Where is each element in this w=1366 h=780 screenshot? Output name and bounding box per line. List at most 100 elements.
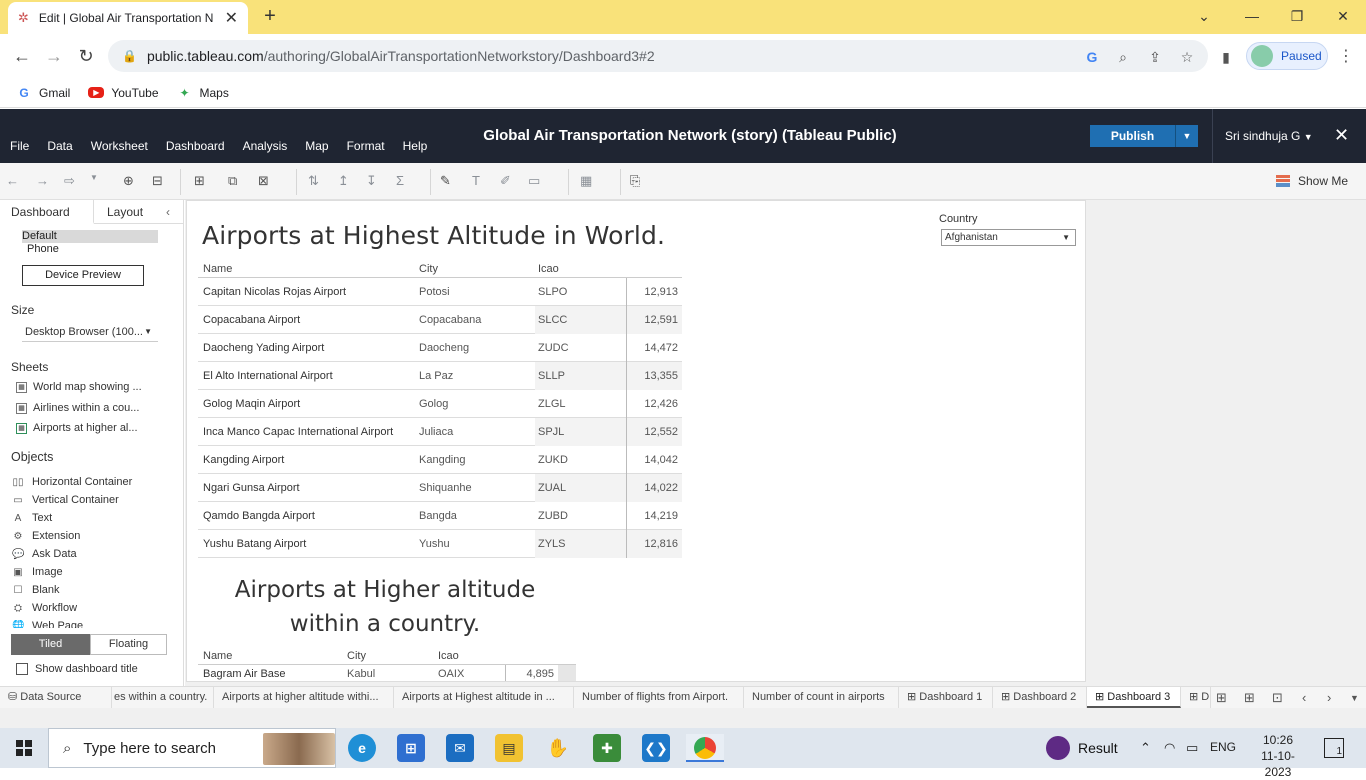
fit-icon[interactable]: ▭ [528,173,540,191]
battery-icon[interactable]: ▭ [1186,740,1198,756]
google-translate-icon[interactable]: G [1082,47,1102,67]
result-widget[interactable]: Result [1046,736,1118,760]
swap-icon[interactable]: ⇅ [308,173,319,191]
table-row[interactable]: Inca Manco Capac International Airport Ju… [198,418,682,446]
sheet-tab[interactable]: Airports at Highest altitude in ... [394,687,574,708]
column-header-name[interactable]: Name [203,263,232,275]
table-row[interactable]: Kangding Airport Kangding ZUKD 14,042 [198,446,682,474]
sheet-item[interactable]: ▦ World map showing ... [16,381,142,393]
table-row[interactable]: El Alto International Airport La Paz SLLP 1… [198,362,682,390]
object-image[interactable]: ▣ Image [12,566,62,578]
labels-icon[interactable]: T [472,173,480,191]
object-web-page[interactable]: 🌐 Web Page [12,620,83,628]
sheet-tab[interactable]: Number of count in airports [744,687,899,708]
close-authoring-icon[interactable]: ✕ [1334,125,1349,146]
show-title-checkbox[interactable]: Show dashboard title [16,663,138,675]
reload-icon[interactable]: ↻ [74,44,98,68]
windows-start-icon[interactable] [16,740,32,756]
bookmark-gmail[interactable]: G Gmail [16,85,70,101]
table-row[interactable]: Copacabana Airport Copacabana SLCC 12,591 [198,306,682,334]
browser-tab[interactable]: ✲ Edit | Global Air Transportation N ✕ [8,2,248,34]
sheet-item[interactable]: ▦ Airlines within a cou... [16,402,139,414]
presentation-icon[interactable]: ⎘ [630,173,640,191]
user-menu[interactable]: Sri sindhuja G ▼ [1212,109,1322,163]
table-row[interactable]: Capitan Nicolas Rojas Airport Potosi SLPO 1… [198,278,682,306]
sheet-tab[interactable]: Number of flights from Airport. [574,687,744,708]
duplicate-icon[interactable]: ⧉ [228,173,237,191]
redo-icon[interactable]: → [36,173,49,191]
new-story-tab-icon[interactable]: ⊡ [1272,690,1283,706]
table-row[interactable]: Yushu Batang Airport Yushu ZYLS 12,816 [198,530,682,558]
sort-asc-icon[interactable]: ↥ [338,173,349,191]
object-workflow[interactable]: ⛭ Workflow [12,602,77,614]
new-worksheet-tab-icon[interactable]: ⊞ [1216,690,1227,706]
column-header-city[interactable]: City [347,650,366,662]
back-icon[interactable]: ← [10,44,34,68]
minimize-icon[interactable]: — [1240,4,1264,28]
object-text[interactable]: A Text [12,512,53,524]
restore-icon[interactable]: ❐ [1285,4,1309,28]
menu-kebab-icon[interactable]: ⋮ [1336,47,1356,67]
share-icon[interactable]: ⇪ [1145,47,1165,67]
show-me-button[interactable]: Show Me [1276,174,1348,188]
edge-icon[interactable]: e [348,734,376,762]
forward-icon[interactable]: → [42,44,66,68]
profile-button[interactable]: Paused [1246,42,1328,70]
table-row[interactable]: Ngari Gunsa Airport Shiquanhe ZUAL 14,022 [198,474,682,502]
wifi-icon[interactable]: ◠ [1164,740,1175,756]
column-header-icao[interactable]: Icao [438,650,459,662]
dashboard-tab-active[interactable]: ⊞ Dashboard 3 [1087,687,1181,708]
store-icon[interactable]: ⊞ [397,734,425,762]
address-bar[interactable]: 🔒 public.tableau.com/authoring/GlobalAir… [108,40,1208,72]
tab-search-icon[interactable]: ⌄ [1192,4,1216,28]
object-vertical-container[interactable]: ▭ Vertical Container [12,494,119,506]
device-default[interactable]: Default [22,230,158,243]
totals-icon[interactable]: Σ [396,173,404,191]
size-select[interactable]: Desktop Browser (100... ▼ [22,324,158,342]
collapse-panel-icon[interactable]: ‹ [166,200,170,224]
scroll-left-icon[interactable]: ‹ [1302,690,1306,705]
dashboard-canvas[interactable]: Airports at Highest Altitude in World. N… [186,200,1086,682]
table-row[interactable]: Bagram Air Base Kabul OAIX 4,895 [198,664,576,681]
device-phone[interactable]: Phone [27,243,59,255]
tiled-toggle[interactable]: Tiled [11,634,90,655]
undo-icon[interactable]: ← [6,173,19,191]
pause-updates-icon[interactable]: ⊟ [152,173,163,191]
file-explorer-icon[interactable]: ▤ [495,734,523,762]
fix-axes-icon[interactable]: ▦ [580,173,592,191]
object-blank[interactable]: ☐ Blank [12,584,60,596]
bookmark-youtube[interactable]: ▶ YouTube [88,86,159,100]
mail-icon[interactable]: ✉ [446,734,474,762]
checkbox-icon[interactable] [16,663,28,675]
window-close-icon[interactable]: ✕ [1331,4,1355,28]
clock[interactable]: 10:26 11-10-2023 [1248,732,1308,780]
tab-dashboard[interactable]: Dashboard [0,200,94,224]
new-dashboard-tab-icon[interactable]: ⊞ [1244,690,1255,706]
publish-button[interactable]: Publish ▼ [1090,125,1198,147]
dashboard-tab[interactable]: ⊞ D [1181,687,1211,708]
tab-layout[interactable]: Layout [107,200,143,224]
object-horizontal-container[interactable]: ▯▯ Horizontal Container [12,476,132,488]
country-filter-select[interactable]: Afghanistan ▼ [941,229,1076,246]
sort-desc-icon[interactable]: ↧ [366,173,377,191]
publish-label[interactable]: Publish [1090,125,1176,147]
floating-toggle[interactable]: Floating [90,634,167,655]
device-preview-button[interactable]: Device Preview [22,265,144,286]
app-icon[interactable]: ✋ [544,734,572,762]
bookmark-maps[interactable]: ✦ Maps [177,85,228,101]
new-data-source-icon[interactable]: ⊕ [123,173,134,191]
object-ask-data[interactable]: 💬 Ask Data [12,548,77,560]
side-panel-icon[interactable]: ▮ [1216,47,1236,67]
app-plus-icon[interactable]: ✚ [593,734,621,762]
sheet-tab[interactable]: Airports at higher altitude withi... [214,687,394,708]
sheet-tab[interactable]: es within a country. [112,687,214,708]
new-worksheet-icon[interactable]: ⊞ [194,173,205,191]
new-tab-icon[interactable]: + [258,4,282,28]
dashboard-tab[interactable]: ⊞ Dashboard 2 [993,687,1087,708]
column-header-city[interactable]: City [419,263,438,275]
column-header-name[interactable]: Name [203,650,232,662]
dashboard-tab[interactable]: ⊞ Dashboard 1 [899,687,993,708]
format-workbook-icon[interactable]: ✐ [500,173,511,191]
bookmark-star-icon[interactable]: ☆ [1177,47,1197,67]
object-extension[interactable]: ⚙ Extension [12,530,81,542]
